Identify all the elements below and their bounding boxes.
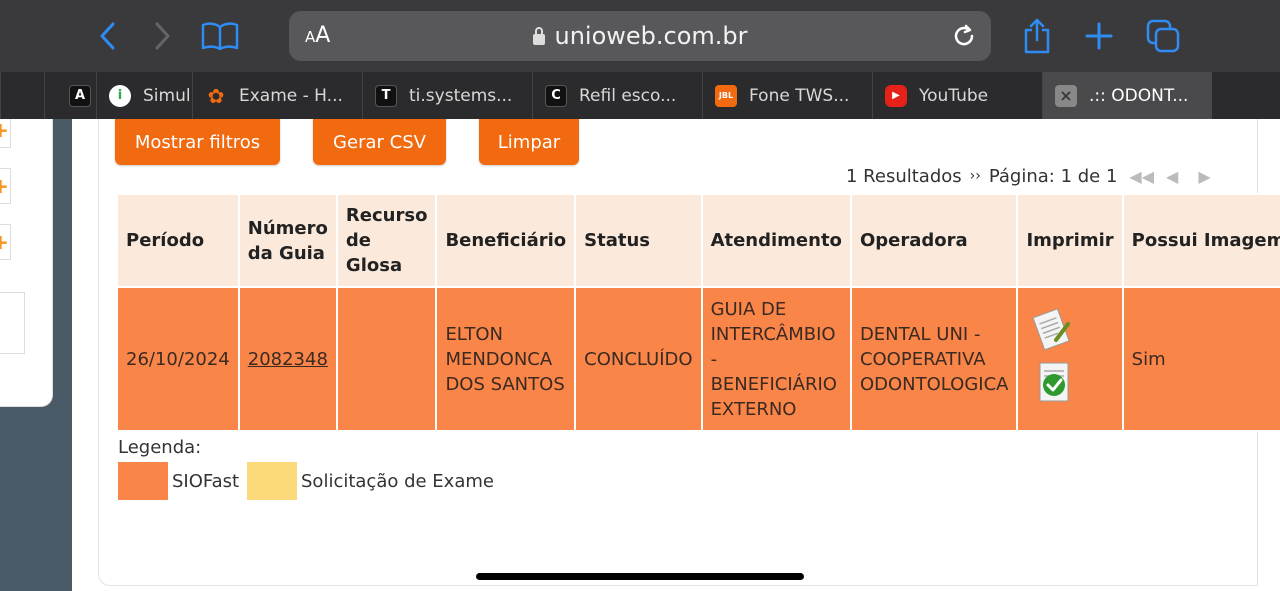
info-icon: i <box>109 84 131 107</box>
url-text: unioweb.com.br <box>554 22 748 50</box>
new-tab-plus-icon[interactable] <box>1082 18 1116 54</box>
cell-operadora: DENTAL UNI - COOPERATIVA ODONTOLOGICA <box>849 286 1019 432</box>
tabs-overview-icon[interactable] <box>1144 18 1182 54</box>
reload-icon[interactable] <box>951 23 977 53</box>
tab-favicon-a-icon: A <box>69 84 91 107</box>
column-header-possui-imagem: Possui Imagem <box>1121 193 1280 288</box>
column-header-recurso-glosa[interactable]: Recurso de Glosa <box>335 193 438 288</box>
show-filters-button[interactable]: Mostrar filtros <box>115 119 280 165</box>
reader-book-icon[interactable] <box>200 18 240 54</box>
tab-youtube[interactable]: ▶ YouTube <box>872 72 1042 119</box>
column-header-imprimir: Imprimir <box>1016 193 1124 288</box>
tab-favicon-t-icon: T <box>375 84 397 107</box>
prev-page-icon[interactable]: ◀ <box>1166 167 1178 186</box>
column-header-numero-guia[interactable]: Número da Guia <box>237 193 338 288</box>
column-header-periodo[interactable]: Período <box>116 193 240 288</box>
tab-tisystems[interactable]: T ti.systems... <box>362 72 532 119</box>
share-icon[interactable] <box>1020 18 1054 54</box>
next-page-icon[interactable]: ▶ <box>1198 167 1210 186</box>
youtube-play-icon: ▶ <box>885 84 907 107</box>
expand-plus-icon[interactable]: + <box>0 119 11 148</box>
cell-imprimir <box>1016 286 1124 432</box>
tab-exame[interactable]: ✿ Exame - H... <box>192 72 362 119</box>
clear-button[interactable]: Limpar <box>479 119 579 165</box>
page: + + + Mostrar filtros Gerar CSV Limpar 1… <box>0 119 1280 591</box>
legend-swatch-solicitacao <box>247 462 297 500</box>
cell-recurso-glosa <box>335 286 438 432</box>
table-header-row: Período Número da Guia Recurso de Glosa … <box>116 193 1280 288</box>
column-header-operadora[interactable]: Operadora <box>849 193 1019 288</box>
double-chevron-icon: ›› <box>969 168 981 184</box>
guia-number-link[interactable]: 2082348 <box>248 349 328 370</box>
tab-simul[interactable]: i Simul <box>96 72 192 119</box>
cell-atendimento: GUIA DE INTERCÂMBIO - BENEFICIÁRIO EXTER… <box>700 286 852 432</box>
results-table: Período Número da Guia Recurso de Glosa … <box>116 193 1280 432</box>
expand-plus-icon[interactable]: + <box>0 224 11 260</box>
cell-status: CONCLUÍDO <box>574 286 703 432</box>
tab-a[interactable]: A <box>44 72 96 119</box>
tab-odont-active[interactable]: × .:: ODONT... <box>1042 72 1212 119</box>
side-menu-box <box>0 292 25 354</box>
close-tab-icon[interactable]: × <box>1055 84 1077 107</box>
jbl-logo-icon: JBL <box>715 84 737 107</box>
home-indicator <box>476 573 804 580</box>
cell-periodo: 26/10/2024 <box>116 286 240 432</box>
print-document-icon[interactable] <box>1030 306 1074 359</box>
table-row[interactable]: 26/10/2024 2082348 ELTON MENDONCA DOS SA… <box>116 286 1280 432</box>
address-bar[interactable]: AA unioweb.com.br <box>289 11 991 61</box>
tab-refil[interactable]: C Refil esco... <box>532 72 702 119</box>
forward-icon[interactable] <box>148 18 178 54</box>
flower-icon: ✿ <box>207 83 225 108</box>
back-icon[interactable] <box>92 18 122 54</box>
legend-title: Legenda: <box>118 437 202 458</box>
legend-swatch-siofast <box>118 462 168 500</box>
results-count: 1 Resultados <box>846 165 962 187</box>
column-header-status[interactable]: Status <box>574 193 703 288</box>
legend-label-solicitacao: Solicitação de Exame <box>301 471 494 492</box>
column-header-beneficiario[interactable]: Beneficiário <box>435 193 577 288</box>
tab-fone[interactable]: JBL Fone TWS... <box>702 72 872 119</box>
pagination: 1 Resultados ›› Página: 1 de 1 ◀◀ ◀ ▶ <box>846 163 1211 189</box>
column-header-atendimento[interactable]: Atendimento <box>700 193 852 288</box>
tab-favicon-c-icon: C <box>545 84 567 107</box>
lock-icon <box>532 24 546 52</box>
cell-beneficiario: ELTON MENDONCA DOS SANTOS <box>435 286 577 432</box>
legend-label-siofast: SIOFast <box>172 471 240 492</box>
cell-possui-imagem: Sim <box>1121 286 1280 432</box>
export-csv-button[interactable]: Gerar CSV <box>313 119 446 165</box>
expand-plus-icon[interactable]: + <box>0 168 11 204</box>
first-page-icon[interactable]: ◀◀ <box>1129 167 1154 186</box>
browser-toolbar: AA unioweb.com.br <box>0 0 1280 72</box>
page-indicator: Página: 1 de 1 <box>988 165 1118 187</box>
print-approved-check-icon[interactable] <box>1034 359 1074 412</box>
side-menu-panel: + + + <box>0 119 53 407</box>
tab-bar: A i Simul ✿ Exame - H... T ti.systems...… <box>0 72 1280 119</box>
